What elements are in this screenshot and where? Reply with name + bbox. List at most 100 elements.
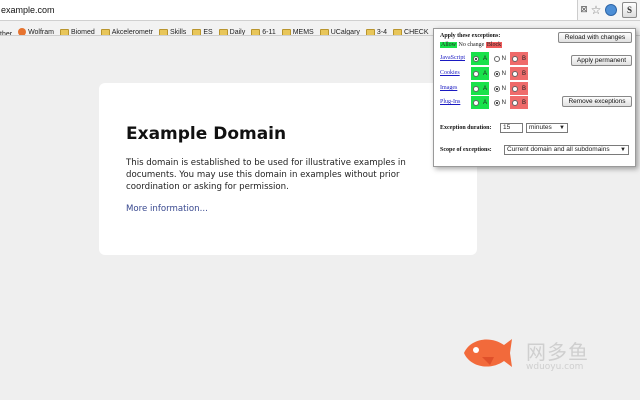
option-letter: A	[482, 99, 487, 106]
option-block-radio[interactable]: B	[510, 82, 528, 95]
bookmark-item[interactable]: MEMS	[281, 25, 314, 36]
option-allow-radio[interactable]: A	[471, 52, 489, 65]
option-letter: B	[521, 85, 526, 92]
row-label-plugins[interactable]: Plug-Ins	[440, 99, 460, 105]
watermark-url: wduoyu.com	[526, 362, 584, 372]
radio-icon	[473, 70, 479, 77]
bookmark-label: MEMS	[292, 29, 314, 36]
option-nochange-radio[interactable]: N	[492, 67, 508, 80]
radio-icon	[494, 99, 500, 106]
folder-icon	[251, 29, 261, 35]
duration-unit-value: minutes	[529, 124, 552, 131]
bookmark-item[interactable]: ES	[192, 25, 213, 36]
watermark-brand: 网多鱼	[526, 340, 589, 364]
bookmark-star-icon[interactable]: ☆	[589, 3, 603, 17]
popup-heading: Apply these exceptions:	[440, 33, 501, 39]
folder-icon	[365, 29, 375, 35]
folder-icon	[393, 29, 403, 35]
folder-icon	[100, 29, 110, 35]
scope-value: Current domain and all subdomains	[507, 146, 610, 153]
option-letter: A	[482, 85, 487, 92]
option-letter: N	[501, 85, 506, 92]
duration-unit-select[interactable]: minutes ▼	[526, 123, 568, 133]
bookmark-label: Akcelerometr	[111, 29, 153, 36]
folder-icon	[319, 29, 329, 35]
radio-icon	[494, 85, 500, 92]
option-letter: N	[501, 99, 506, 106]
bookmark-label: Wolfram	[28, 28, 54, 36]
chevron-down-icon: ▼	[620, 147, 626, 153]
page-title: Example Domain	[126, 124, 287, 144]
row-label-cookies[interactable]: Cookies	[440, 70, 460, 76]
wolfram-icon	[18, 28, 27, 35]
fish-logo-icon	[464, 339, 512, 367]
bookmark-label: Daily	[229, 29, 246, 36]
option-letter: N	[501, 55, 506, 62]
remove-exceptions-button[interactable]: Remove exceptions	[562, 96, 632, 107]
radio-icon	[494, 70, 500, 77]
legend-nochange: No change	[458, 42, 485, 48]
bookmark-item[interactable]: CHECK	[393, 25, 429, 36]
option-allow-radio[interactable]: A	[471, 67, 489, 80]
duration-input[interactable]: 15	[500, 123, 523, 133]
bookmark-item[interactable]: 6-11	[251, 25, 276, 36]
bookmark-item[interactable]: 3-4	[365, 25, 388, 36]
page-description: This domain is established to be used fo…	[126, 158, 406, 192]
option-nochange-radio[interactable]: N	[492, 82, 508, 95]
option-block-radio[interactable]: B	[510, 52, 528, 65]
bookmark-item[interactable]: Skills	[158, 25, 187, 36]
apply-permanent-button[interactable]: Apply permanent	[571, 55, 632, 66]
exceptions-popup: Apply these exceptions: Allow No change …	[433, 28, 636, 167]
folder-icon	[192, 29, 202, 35]
bookmark-item[interactable]: Akcelerometr	[100, 25, 153, 36]
bookmark-item[interactable]: Daily	[218, 25, 246, 36]
option-letter: N	[501, 70, 506, 77]
radio-icon	[512, 55, 518, 62]
option-block-radio[interactable]: B	[510, 96, 528, 109]
option-nochange-radio[interactable]: N	[492, 52, 508, 65]
radio-icon	[473, 55, 479, 62]
reload-with-changes-button[interactable]: Reload with changes	[558, 32, 632, 43]
option-block-radio[interactable]: B	[510, 67, 528, 80]
more-information-link[interactable]: More information...	[126, 204, 208, 214]
option-allow-radio[interactable]: A	[471, 96, 489, 109]
bookmark-label: CHECK	[404, 29, 429, 36]
bookmark-label: Skills	[169, 29, 187, 36]
bookmark-label: ther	[0, 31, 13, 36]
radio-icon	[512, 99, 518, 106]
bookmark-label: 6-11	[262, 29, 276, 36]
extension-blue-icon[interactable]	[604, 3, 618, 17]
script-exceptions-extension-icon[interactable]: S	[622, 2, 637, 18]
folder-icon	[281, 29, 291, 35]
option-allow-radio[interactable]: A	[471, 82, 489, 95]
row-label-javascript[interactable]: JavaScript	[440, 55, 465, 61]
bookmark-label: Biomed	[71, 29, 95, 36]
folder-icon	[60, 29, 69, 35]
bookmark-item[interactable]: Biomed	[60, 25, 95, 36]
bookmark-label: ES	[203, 29, 213, 36]
folder-icon	[218, 29, 228, 35]
browser-toolbar: example.com ⊠ ☆ S	[0, 0, 640, 21]
scope-select[interactable]: Current domain and all subdomains ▼	[504, 145, 629, 155]
bookmark-label: UCalgary	[330, 29, 360, 36]
watermark: 网多鱼 wduoyu.com	[460, 333, 600, 373]
radio-icon	[512, 85, 518, 92]
bookmark-item[interactable]: UCalgary	[319, 25, 360, 36]
radio-icon	[494, 55, 500, 62]
option-letter: A	[482, 70, 487, 77]
option-letter: B	[521, 55, 526, 62]
legend-allow: Allow	[440, 42, 457, 48]
bookmark-item[interactable]: ther	[0, 27, 13, 36]
address-bar[interactable]: example.com	[0, 0, 578, 20]
folder-icon	[158, 29, 168, 35]
scope-label: Scope of exceptions:	[440, 147, 492, 153]
legend-block: Block	[485, 42, 503, 48]
legend: Allow No change Block	[440, 42, 503, 48]
page-card: Example Domain This domain is establishe…	[99, 83, 477, 255]
bookmark-label: 3-4	[376, 29, 388, 36]
radio-icon	[512, 70, 518, 77]
bookmark-item[interactable]: Wolfram	[18, 25, 54, 36]
option-nochange-radio[interactable]: N	[492, 96, 508, 109]
radio-icon	[473, 85, 479, 92]
row-label-images[interactable]: Images	[440, 85, 457, 91]
